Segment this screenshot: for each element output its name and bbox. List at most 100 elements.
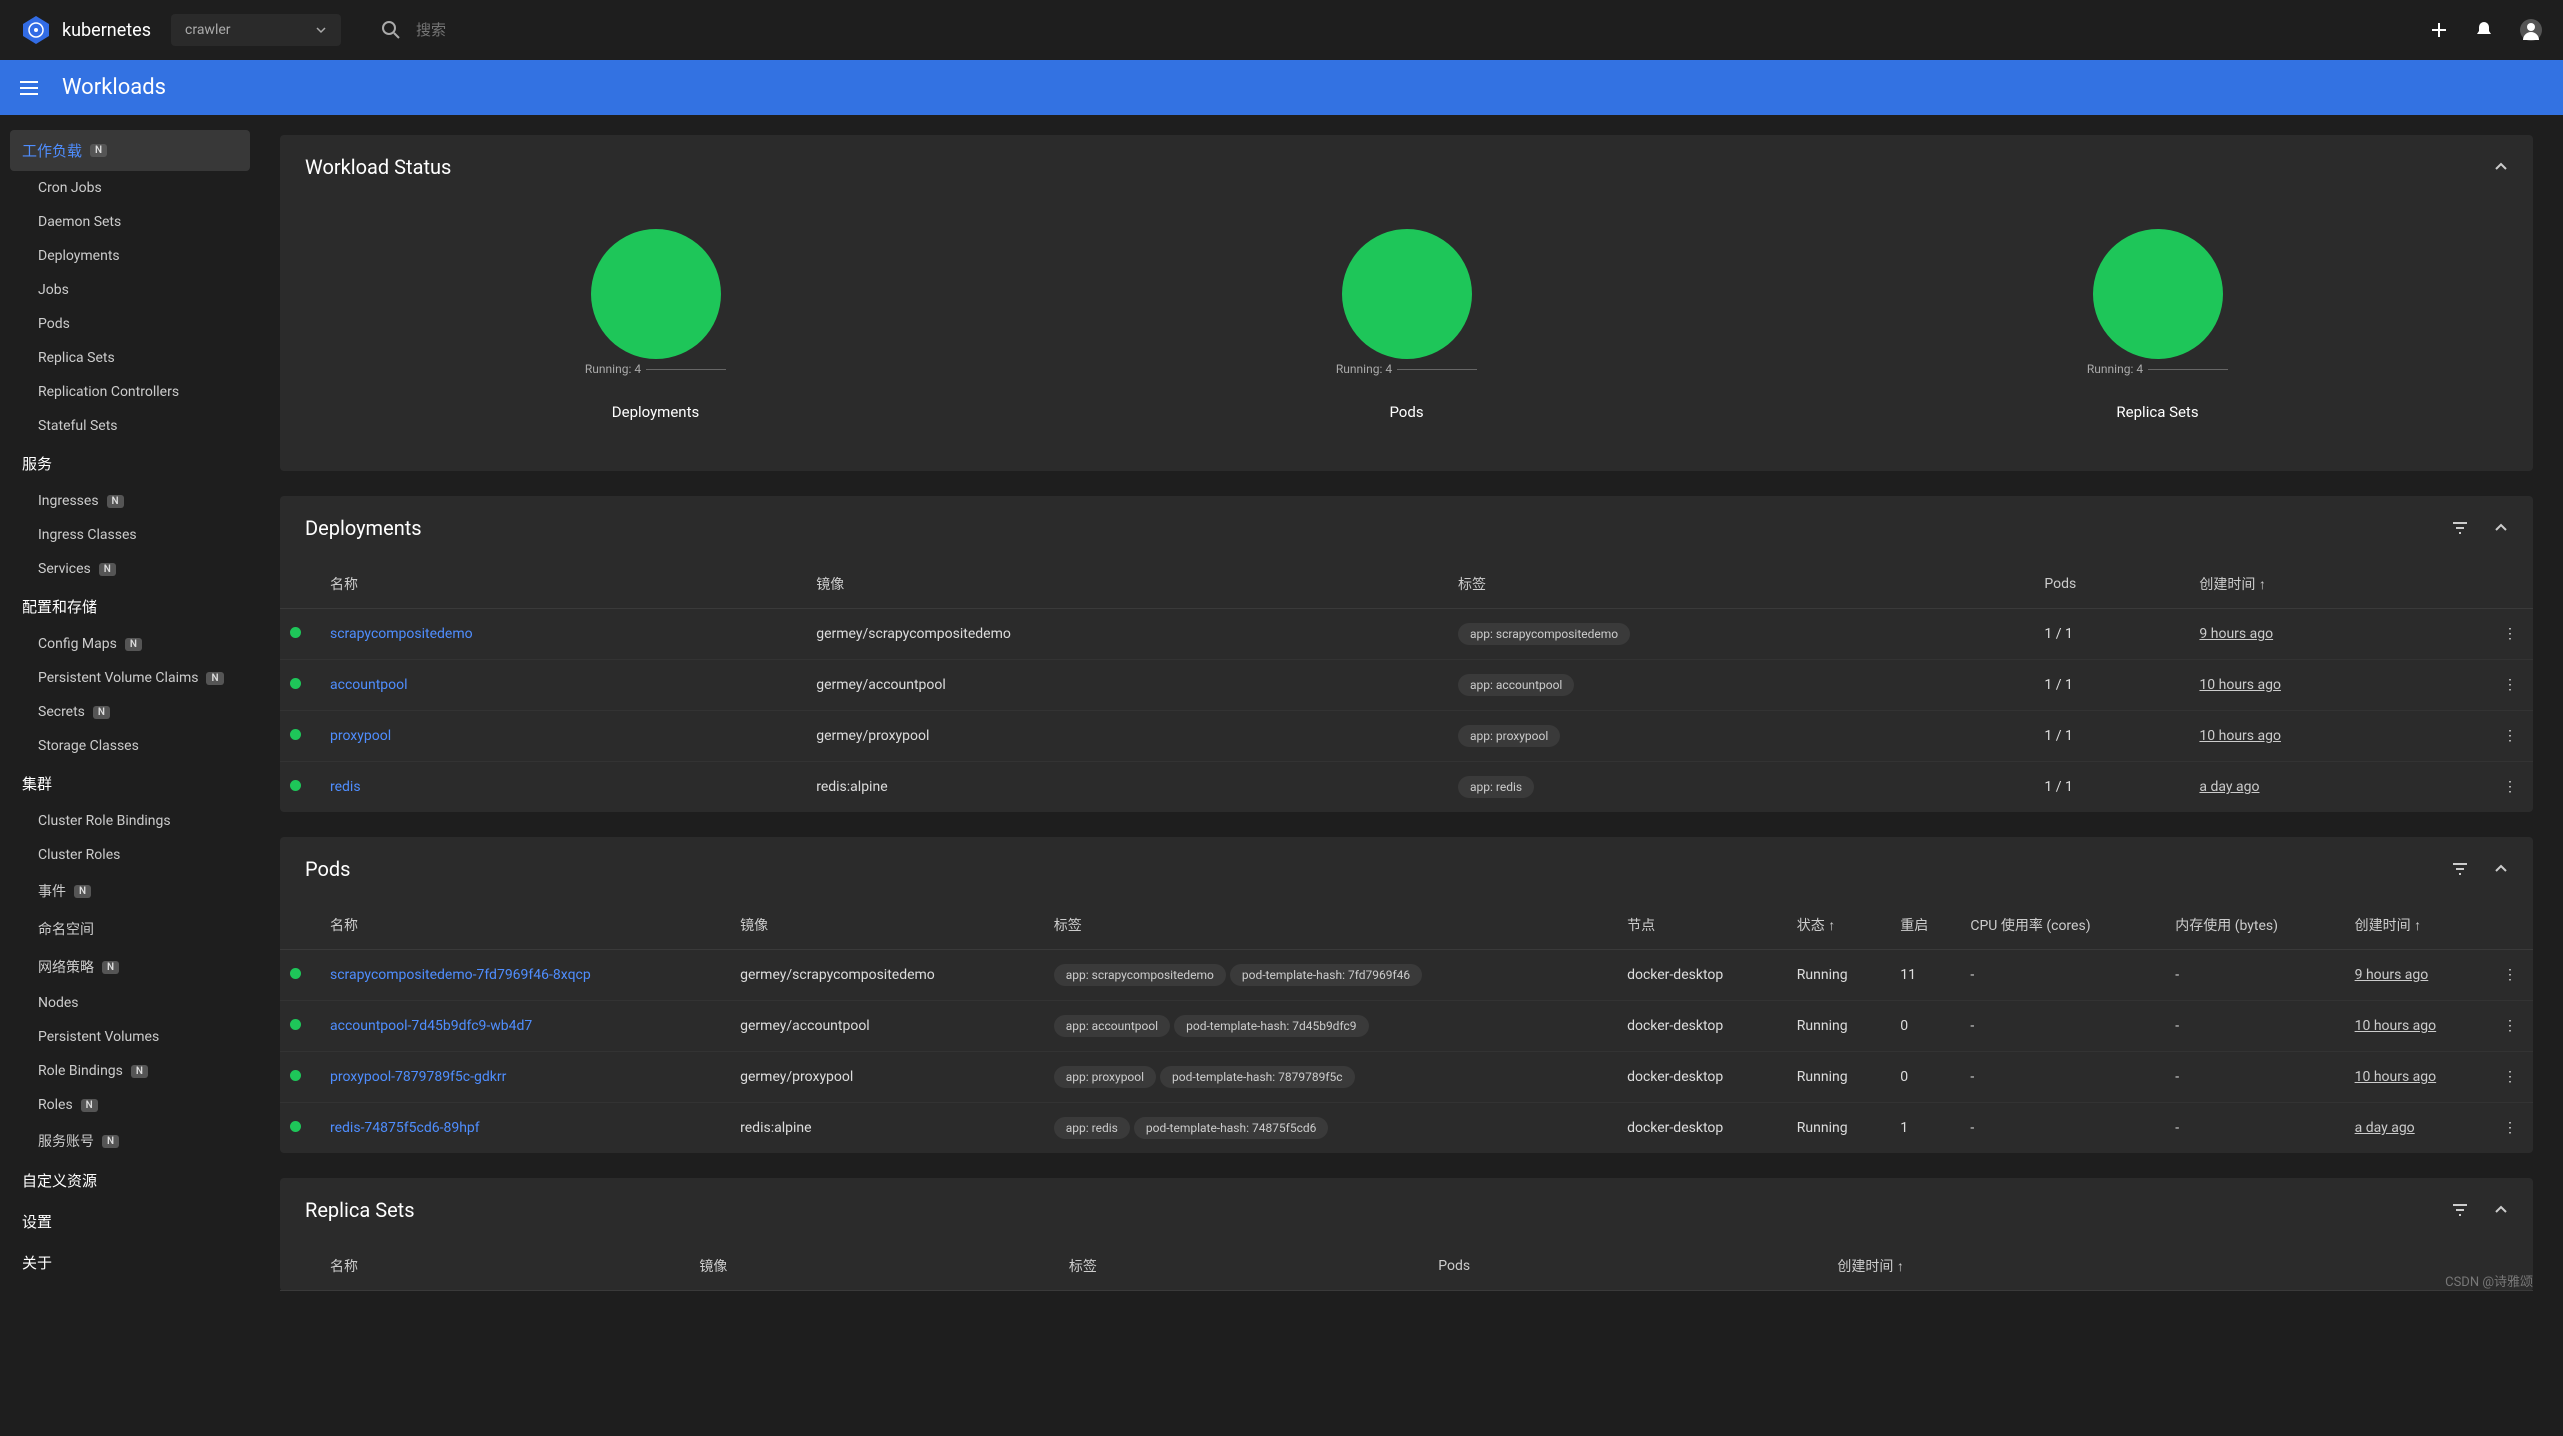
search-box[interactable] [361, 20, 2409, 40]
sidebar-section[interactable]: 工作负载N [10, 130, 250, 171]
collapse-icon[interactable] [2494, 160, 2508, 174]
sidebar-item[interactable]: Deployments [10, 239, 250, 273]
filter-icon[interactable] [2451, 860, 2469, 878]
resource-link[interactable]: proxypool-7879789f5c-gdkrr [330, 1069, 506, 1085]
namespace-select[interactable]: crawler [171, 14, 341, 46]
resource-link[interactable]: accountpool [330, 677, 408, 693]
resource-link[interactable]: redis-74875f5cd6-89hpf [330, 1120, 480, 1136]
col-header[interactable]: 镜像 [689, 1242, 1058, 1291]
sidebar-item[interactable]: Persistent Volumes [10, 1020, 250, 1054]
sidebar-item[interactable]: ServicesN [10, 552, 250, 586]
sidebar-item[interactable]: 服务账号N [10, 1122, 250, 1160]
resource-link[interactable]: accountpool-7d45b9dfc9-wb4d7 [330, 1018, 532, 1034]
col-header[interactable]: 标签 [1448, 560, 2034, 609]
row-menu-icon[interactable]: ⋮ [2493, 711, 2533, 762]
sidebar-item[interactable]: Stateful Sets [10, 409, 250, 443]
sidebar-item[interactable]: Cron Jobs [10, 171, 250, 205]
sidebar-item[interactable]: Pods [10, 307, 250, 341]
sidebar-section[interactable]: 关于 [10, 1242, 250, 1283]
sidebar-item[interactable]: 事件N [10, 872, 250, 910]
bell-icon[interactable] [2474, 20, 2494, 40]
restarts-cell: 11 [1890, 950, 1960, 1001]
resource-link[interactable]: scrapycompositedemo [330, 626, 473, 642]
sidebar-item[interactable]: 命名空间 [10, 910, 250, 948]
sidebar-item[interactable]: SecretsN [10, 695, 250, 729]
col-header[interactable]: 标签 [1044, 901, 1617, 950]
sidebar-item[interactable]: Storage Classes [10, 729, 250, 763]
sidebar-section[interactable]: 设置 [10, 1201, 250, 1242]
col-header[interactable]: 状态 ↑ [1787, 901, 1890, 950]
image-cell: germey/accountpool [806, 660, 1448, 711]
cpu-cell: - [1960, 1052, 2165, 1103]
sidebar-item[interactable]: IngressesN [10, 484, 250, 518]
col-header[interactable]: 标签 [1059, 1242, 1428, 1291]
sidebar-item[interactable]: Role BindingsN [10, 1054, 250, 1088]
node-cell: docker-desktop [1617, 1103, 1787, 1154]
menu-icon[interactable] [18, 77, 40, 99]
sidebar-section[interactable]: 配置和存储 [10, 586, 250, 627]
row-menu-icon[interactable]: ⋮ [2493, 1103, 2533, 1154]
label-chip: app: proxypool [1458, 725, 1560, 747]
mem-cell: - [2165, 1001, 2344, 1052]
sidebar-item[interactable]: Cluster Roles [10, 838, 250, 872]
status-chart: Running: 4 Replica Sets [2087, 229, 2228, 421]
col-header[interactable]: 名称 [320, 901, 730, 950]
sidebar-item[interactable]: Nodes [10, 986, 250, 1020]
col-header[interactable]: 内存使用 (bytes) [2165, 901, 2344, 950]
col-header[interactable]: 名称 [320, 1242, 689, 1291]
row-menu-icon[interactable]: ⋮ [2493, 1001, 2533, 1052]
col-header[interactable]: Pods [2034, 560, 2189, 609]
node-cell: docker-desktop [1617, 1001, 1787, 1052]
resource-link[interactable]: scrapycompositedemo-7fd7969f46-8xqcp [330, 967, 591, 983]
col-header[interactable]: Pods [1428, 1242, 1827, 1291]
deployments-card: Deployments 名称镜像标签Pods创建时间 ↑scrapycompos… [280, 496, 2533, 812]
row-menu-icon[interactable]: ⋮ [2493, 1052, 2533, 1103]
created-time: a day ago [2199, 779, 2259, 795]
col-header[interactable]: 创建时间 ↑ [2189, 560, 2493, 609]
sidebar-item[interactable]: Replication Controllers [10, 375, 250, 409]
logo[interactable]: kubernetes [20, 14, 151, 46]
sidebar-section[interactable]: 自定义资源 [10, 1160, 250, 1201]
row-menu-icon[interactable]: ⋮ [2493, 660, 2533, 711]
user-icon[interactable] [2519, 18, 2543, 42]
sidebar-section[interactable]: 集群 [10, 763, 250, 804]
sidebar-item[interactable]: Cluster Role Bindings [10, 804, 250, 838]
resource-link[interactable]: proxypool [330, 728, 391, 744]
collapse-icon[interactable] [2494, 521, 2508, 535]
sidebar-item[interactable]: Daemon Sets [10, 205, 250, 239]
row-menu-icon[interactable]: ⋮ [2493, 762, 2533, 813]
sidebar-item[interactable]: RolesN [10, 1088, 250, 1122]
badge: N [81, 1099, 98, 1112]
status-cell: Running [1787, 1103, 1890, 1154]
resource-link[interactable]: redis [330, 779, 361, 795]
chart-status: Running: 4 [2087, 362, 2143, 376]
col-header[interactable]: 镜像 [730, 901, 1044, 950]
row-menu-icon[interactable]: ⋮ [2493, 950, 2533, 1001]
collapse-icon[interactable] [2494, 862, 2508, 876]
col-header[interactable]: 创建时间 ↑ [2345, 901, 2493, 950]
search-input[interactable] [416, 22, 2389, 39]
col-header[interactable]: CPU 使用率 (cores) [1960, 901, 2165, 950]
table-row: scrapycompositedemo-7fd7969f46-8xqcpgerm… [280, 950, 2533, 1001]
col-header[interactable]: 镜像 [806, 560, 1448, 609]
col-header[interactable]: 重启 [1890, 901, 1960, 950]
sidebar-item[interactable]: Jobs [10, 273, 250, 307]
filter-icon[interactable] [2451, 519, 2469, 537]
col-header[interactable]: 名称 [320, 560, 806, 609]
page-title: Workloads [62, 75, 166, 100]
sidebar-item[interactable]: Ingress Classes [10, 518, 250, 552]
col-header[interactable]: 创建时间 ↑ [1827, 1242, 2493, 1291]
badge: N [206, 672, 223, 685]
sidebar-item[interactable]: Persistent Volume ClaimsN [10, 661, 250, 695]
filter-icon[interactable] [2451, 1201, 2469, 1219]
collapse-icon[interactable] [2494, 1203, 2508, 1217]
sidebar-item[interactable]: Replica Sets [10, 341, 250, 375]
plus-icon[interactable] [2429, 20, 2449, 40]
row-menu-icon[interactable]: ⋮ [2493, 609, 2533, 660]
table-row: redis-74875f5cd6-89hpfredis:alpineapp: r… [280, 1103, 2533, 1154]
sidebar-section[interactable]: 服务 [10, 443, 250, 484]
sidebar-item[interactable]: Config MapsN [10, 627, 250, 661]
sidebar-item[interactable]: 网络策略N [10, 948, 250, 986]
col-header[interactable]: 节点 [1617, 901, 1787, 950]
badge: N [107, 495, 124, 508]
